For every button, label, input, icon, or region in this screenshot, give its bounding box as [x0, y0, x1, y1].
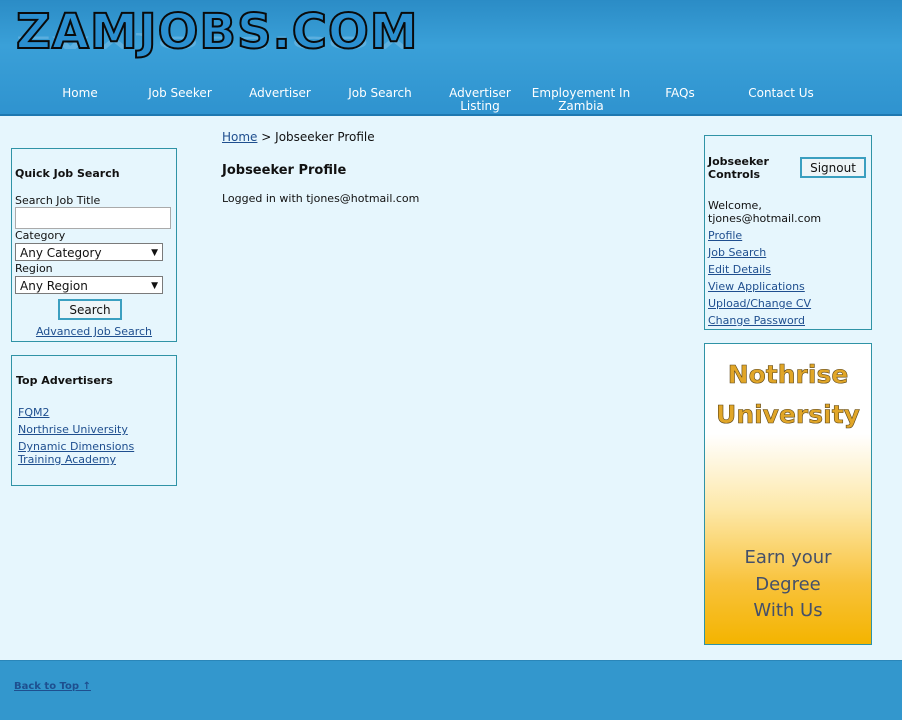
advertiser-link-dynamic-dimensions[interactable]: Dynamic Dimensions Training Academy: [18, 440, 158, 466]
breadcrumb-current: Jobseeker Profile: [275, 130, 375, 144]
advertiser-link-northrise[interactable]: Northrise University: [18, 423, 128, 436]
category-select[interactable]: Any Category ▼: [15, 243, 163, 261]
quick-search-title: Quick Job Search: [15, 167, 120, 180]
welcome-email: tjones@hotmail.com: [708, 212, 822, 225]
control-link-view-applications[interactable]: View Applications: [708, 280, 805, 293]
nav-faqs[interactable]: FAQs: [630, 87, 730, 100]
top-advertisers-panel: Top Advertisers FQM2 Northrise Universit…: [11, 355, 177, 486]
category-selected-value: Any Category: [20, 246, 102, 260]
advanced-job-search-link[interactable]: Advanced Job Search: [36, 325, 152, 338]
ad-line-3: Earn your: [744, 547, 832, 568]
advertiser-link-fqm2[interactable]: FQM2: [18, 406, 49, 419]
site-footer: Back to Top ↑: [0, 660, 902, 720]
main-nav: Home Job Seeker Advertiser Job Search Ad…: [30, 87, 870, 113]
welcome-label: Welcome,: [708, 199, 762, 212]
site-header: ZAMJOBS.COM ZAMJOBS.COM Home Job Seeker …: [0, 0, 902, 116]
control-link-upload-cv[interactable]: Upload/Change CV: [708, 297, 811, 310]
nav-job-search[interactable]: Job Search: [330, 87, 430, 100]
category-label: Category: [15, 229, 66, 242]
site-logo[interactable]: ZAMJOBS.COM: [15, 3, 419, 61]
breadcrumb: Home > Jobseeker Profile: [222, 130, 375, 144]
advanced-search-wrap: Advanced Job Search: [12, 325, 176, 338]
breadcrumb-home-link[interactable]: Home: [222, 130, 257, 144]
quick-job-search-panel: Quick Job Search Search Job Title Catego…: [11, 148, 177, 342]
nav-advertiser[interactable]: Advertiser: [230, 87, 330, 100]
nav-employment-in-zambia[interactable]: Employement In Zambia: [530, 87, 632, 113]
control-link-profile[interactable]: Profile: [708, 229, 742, 242]
search-job-title-input[interactable]: [15, 207, 171, 229]
breadcrumb-separator: >: [261, 130, 272, 144]
dropdown-arrow-icon: ▼: [151, 281, 158, 291]
region-label: Region: [15, 262, 53, 275]
nav-advertiser-listing[interactable]: Advertiser Listing: [430, 87, 530, 113]
search-job-title-label: Search Job Title: [15, 194, 101, 207]
ad-line-2: University: [716, 400, 861, 430]
northrise-ad-banner[interactable]: Nothrise University Earn your Degree Wit…: [704, 343, 872, 645]
control-link-change-password[interactable]: Change Password: [708, 314, 805, 327]
page-title: Jobseeker Profile: [222, 163, 347, 178]
controls-title: Jobseeker Controls: [708, 155, 769, 181]
welcome-text: Welcome, tjones@hotmail.com: [708, 199, 821, 225]
signout-button[interactable]: Signout: [800, 157, 866, 178]
jobseeker-controls-panel: Jobseeker Controls Signout Welcome, tjon…: [704, 135, 872, 330]
control-link-edit-details[interactable]: Edit Details: [708, 263, 771, 276]
nav-contact-us[interactable]: Contact Us: [731, 87, 831, 100]
ad-line-1: Nothrise: [727, 360, 849, 390]
logged-in-status: Logged in with tjones@hotmail.com: [222, 192, 420, 205]
top-advertisers-title: Top Advertisers: [16, 374, 113, 387]
region-selected-value: Any Region: [20, 279, 88, 293]
dropdown-arrow-icon: ▼: [151, 248, 158, 258]
nav-job-seeker[interactable]: Job Seeker: [130, 87, 230, 100]
nav-home[interactable]: Home: [30, 87, 130, 100]
ad-line-5: With Us: [753, 600, 823, 621]
ad-line-4: Degree: [755, 574, 821, 595]
back-to-top-link[interactable]: Back to Top ↑: [14, 681, 91, 692]
region-select[interactable]: Any Region ▼: [15, 276, 163, 294]
search-button[interactable]: Search: [58, 299, 122, 320]
control-link-job-search[interactable]: Job Search: [708, 246, 766, 259]
